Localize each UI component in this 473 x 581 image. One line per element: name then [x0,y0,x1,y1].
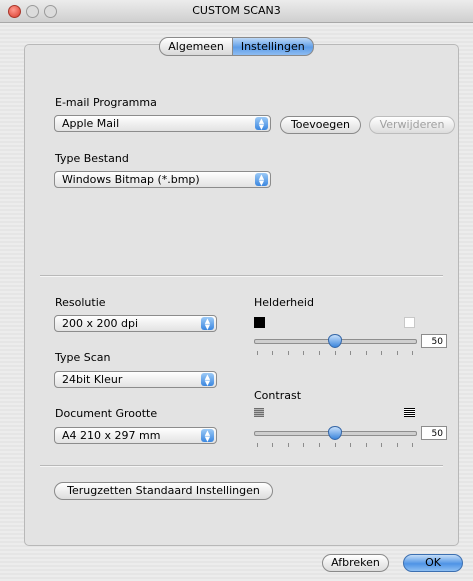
cancel-button[interactable]: Afbreken [322,554,389,572]
popup-arrows-icon: ▲ ▼ [255,173,268,187]
scan-type-label: Type Scan [55,351,111,364]
email-program-label: E-mail Programma [55,96,157,109]
resolution-label: Resolutie [55,296,106,309]
ok-button[interactable]: OK [403,554,463,572]
resolution-select[interactable]: 200 x 200 dpi ▲ ▼ [54,315,217,332]
file-type-label: Type Bestand [55,152,129,165]
tab-algemeen[interactable]: Algemeen [159,37,232,56]
high-contrast-icon [404,408,415,417]
popup-arrows-icon: ▲ ▼ [201,373,214,387]
scan-type-select[interactable]: 24bit Kleur ▲ ▼ [54,371,217,388]
file-type-select[interactable]: Windows Bitmap (*.bmp) ▲ ▼ [54,171,271,188]
low-contrast-icon [254,408,264,417]
scan-type-value: 24bit Kleur [62,373,123,386]
add-button[interactable]: Toevoegen [280,116,361,134]
tab-bar: Algemeen Instellingen [0,37,473,56]
file-type-value: Windows Bitmap (*.bmp) [62,173,200,186]
popup-arrows-icon: ▲ ▼ [255,117,268,131]
popup-arrows-icon: ▲ ▼ [201,317,214,331]
remove-button[interactable]: Verwijderen [369,116,455,134]
contrast-label: Contrast [254,389,302,402]
brightness-label: Helderheid [254,296,314,309]
brightness-value-field[interactable]: 50 [421,334,447,348]
contrast-tick-marks [257,443,413,448]
window-title: CUSTOM SCAN3 [192,4,281,17]
section-divider [40,465,443,467]
brightness-tick-marks [257,351,413,356]
popup-arrows-icon: ▲ ▼ [201,429,214,443]
email-program-value: Apple Mail [62,117,120,130]
black-square-icon [254,317,265,328]
reset-defaults-button[interactable]: Terugzetten Standaard Instellingen [54,482,273,500]
email-program-select[interactable]: Apple Mail ▲ ▼ [54,115,271,132]
white-square-icon [404,317,415,328]
tab-instellingen[interactable]: Instellingen [231,37,314,56]
document-size-value: A4 210 x 297 mm [62,429,161,442]
resolution-value: 200 x 200 dpi [62,317,139,330]
contrast-value-field[interactable]: 50 [421,426,447,440]
document-size-select[interactable]: A4 210 x 297 mm ▲ ▼ [54,427,217,444]
section-divider [40,275,443,277]
document-size-label: Document Grootte [55,407,158,420]
